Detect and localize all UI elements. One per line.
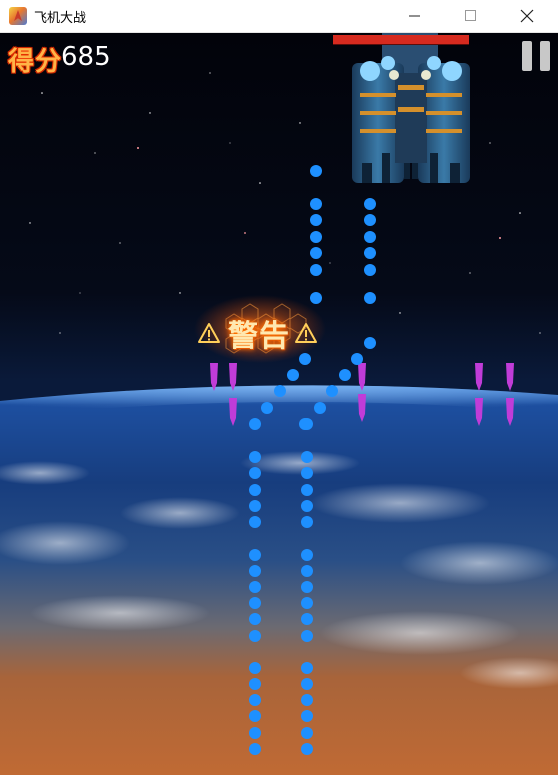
player-bullet: [301, 565, 313, 577]
player-bullet: [249, 549, 261, 561]
maximize-button[interactable]: [448, 0, 494, 32]
player-bullet: [310, 247, 322, 259]
player-bullet: [301, 678, 313, 690]
player-bullet: [301, 662, 313, 674]
player-bullet: [314, 402, 326, 414]
score-label: 得分: [8, 47, 63, 77]
player-bullet: [261, 402, 273, 414]
warning-text: 警告: [228, 319, 290, 354]
game-canvas[interactable]: 得分 685 警告: [0, 33, 558, 775]
player-bullet: [301, 613, 313, 625]
player-bullet: [364, 292, 376, 304]
player-bullet: [301, 630, 313, 642]
player-bullet: [310, 165, 322, 177]
pause-icon: [522, 41, 532, 71]
player-bullet: [249, 484, 261, 496]
game-app-icon: [9, 7, 27, 25]
game-window: 飞机大战 得分 685 警告: [0, 0, 558, 775]
player-bullet: [301, 500, 313, 512]
player-bullet: [249, 613, 261, 625]
title-bar[interactable]: 飞机大战: [0, 0, 558, 33]
player-bullet: [364, 198, 376, 210]
player-bullet: [364, 247, 376, 259]
boss-health-bar: [333, 35, 469, 45]
player-bullet: [364, 231, 376, 243]
player-bullet: [301, 727, 313, 739]
player-bullet: [287, 369, 299, 381]
window-title: 飞机大战: [34, 11, 87, 26]
player-bullet: [249, 467, 261, 479]
player-bullet: [249, 597, 261, 609]
close-icon: [520, 9, 534, 23]
player-bullet: [249, 662, 261, 674]
player-bullet: [299, 418, 311, 430]
pause-icon: [540, 41, 550, 71]
player-bullet: [249, 451, 261, 463]
player-bullet: [364, 337, 376, 349]
score-value: 685: [61, 42, 111, 72]
player-bullet: [301, 467, 313, 479]
player-bullet: [249, 678, 261, 690]
player-bullet: [249, 694, 261, 706]
player-bullet: [351, 353, 363, 365]
boss-health-fill: [333, 35, 469, 44]
player-bullet: [310, 231, 322, 243]
player-bullet: [274, 385, 286, 397]
player-bullet: [249, 418, 261, 430]
space-earth-background: [0, 33, 558, 775]
player-bullet: [301, 516, 313, 528]
player-bullet: [249, 500, 261, 512]
player-bullet: [249, 516, 261, 528]
player-bullet: [310, 264, 322, 276]
minimize-icon: [409, 15, 420, 17]
player-bullet: [249, 630, 261, 642]
player-bullet: [301, 484, 313, 496]
player-bullet: [301, 549, 313, 561]
player-bullet: [310, 198, 322, 210]
close-button[interactable]: [504, 0, 550, 32]
player-bullet: [249, 710, 261, 722]
player-bullet: [301, 451, 313, 463]
player-bullet: [364, 214, 376, 226]
player-bullet: [249, 581, 261, 593]
player-bullet: [364, 264, 376, 276]
player-bullet: [326, 385, 338, 397]
player-bullet: [301, 581, 313, 593]
pause-button[interactable]: [520, 39, 554, 73]
player-bullet: [249, 727, 261, 739]
player-bullet: [301, 597, 313, 609]
player-bullet: [301, 694, 313, 706]
minimize-button[interactable]: [392, 0, 438, 32]
player-bullet: [339, 369, 351, 381]
player-bullet: [301, 710, 313, 722]
player-bullet: [249, 743, 261, 755]
maximize-icon: [465, 10, 476, 21]
player-bullet: [249, 565, 261, 577]
player-bullet: [301, 743, 313, 755]
player-bullet: [310, 214, 322, 226]
warning-badge: 警告: [196, 295, 324, 365]
